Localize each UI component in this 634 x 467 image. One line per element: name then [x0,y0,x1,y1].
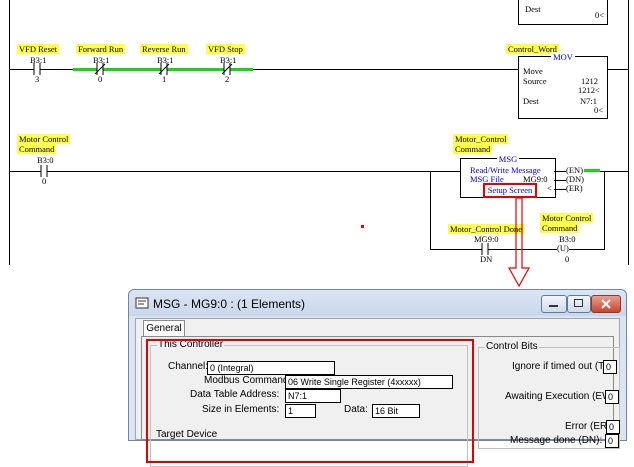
data-table-address-label: Data Table Address: [190,389,280,400]
msg-output-er: (ER) [566,183,583,193]
contact-label-motor-control: Motor Control [17,134,71,144]
callout-arrow [507,197,531,288]
mov-source-label: Source [523,76,547,86]
message-done-field[interactable]: 0 [605,434,619,448]
mov-source-live: 1212< [578,85,600,95]
mov-dest-label: Dest [523,96,539,106]
msg-dialog: MSG - MG9:0 : (1 Elements) General This … [128,289,627,467]
mov-type: MOV [551,52,575,62]
mov-dest-live: 0< [594,105,604,115]
contact-bit: 0 [98,74,103,84]
size-in-elements-label: Size in Elements: [202,404,280,415]
contact-bit: 0 [42,176,47,186]
dialog-title: MSG - MG9:0 : (1 Elements) [153,297,306,311]
contact-bit: 2 [225,74,230,84]
unlatch-coil[interactable]: (U) [557,243,569,253]
target-device-label: Target Device [156,429,218,440]
contact-bit: 3 [35,74,40,84]
control-bits-label: Control Bits [485,341,539,352]
modbus-command-field[interactable]: 06 Write Single Register (4xxxxx) [285,375,453,389]
data-field[interactable]: 16 Bit [372,404,420,418]
data-table-address-field[interactable]: N7:1 [285,389,341,403]
top-partial-block: Dest 0< [518,0,608,25]
size-in-elements-field[interactable]: 1 [285,404,316,418]
dialog-titlebar[interactable]: MSG - MG9:0 : (1 Elements) [129,290,626,316]
rung1-wire-right [606,69,628,70]
top-block-dest-value: 0< [595,10,605,20]
contact-address: B3:0 [37,155,54,165]
ignore-timeout-field[interactable]: 0 [603,360,617,374]
modbus-command-label: Modbus Command: [204,375,292,386]
coil-label-command: Command [540,223,580,233]
awaiting-execution-label: Awaiting Execution (EW): [505,391,618,402]
mov-instruction-block[interactable]: MOV Move Source 1212 1212< Dest N7:1 0< [518,52,608,119]
close-icon [601,299,611,309]
contact-bit: 1 [162,74,167,84]
left-power-rail [9,0,10,265]
coil-label-motor-control: Motor Control [540,213,594,223]
done-contact-bit: DN [480,254,493,264]
close-button[interactable] [591,295,621,313]
contact-label-vfd-stop: VFD Stop [206,44,245,54]
mov-desc: Move [523,66,543,76]
coil-bit: 0 [565,254,570,264]
top-block-dest-label: Dest [525,4,541,14]
msg-caret: < [547,183,552,193]
branch-right [604,171,605,250]
contact-label-vfd-reset: VFD Reset [17,44,60,54]
minimize-button[interactable] [541,295,567,313]
branch-left [430,171,431,250]
red-dot [361,225,364,228]
channel-field[interactable]: 0 (Integral) [207,361,335,375]
contact-label-forward-run: Forward Run [76,44,126,54]
rung2-wire [10,171,460,172]
msg-type: MSG [496,154,520,164]
msg-tag-label: Motor_Control [453,134,509,144]
msg-tag-label-2: Command [453,144,493,154]
channel-label: Channel: [168,361,209,372]
minimize-icon [549,305,558,307]
awaiting-execution-field[interactable]: 0 [605,390,619,404]
maximize-button[interactable] [567,295,591,313]
error-field[interactable]: 0 [606,420,620,434]
maximize-icon [574,299,583,307]
msg-app-icon [135,297,149,309]
general-panel: This Controller Channel: 0 (Integral) Mo… [141,336,620,467]
contact-label-reverse-run: Reverse Run [140,44,188,54]
tab-general[interactable]: General [143,320,185,337]
rung2-energized-en [584,169,600,172]
right-power-rail [628,0,629,265]
contact-label-command: Command [17,144,57,154]
data-label: Data: [344,404,368,415]
message-done-label: Message done (DN): [510,435,603,446]
